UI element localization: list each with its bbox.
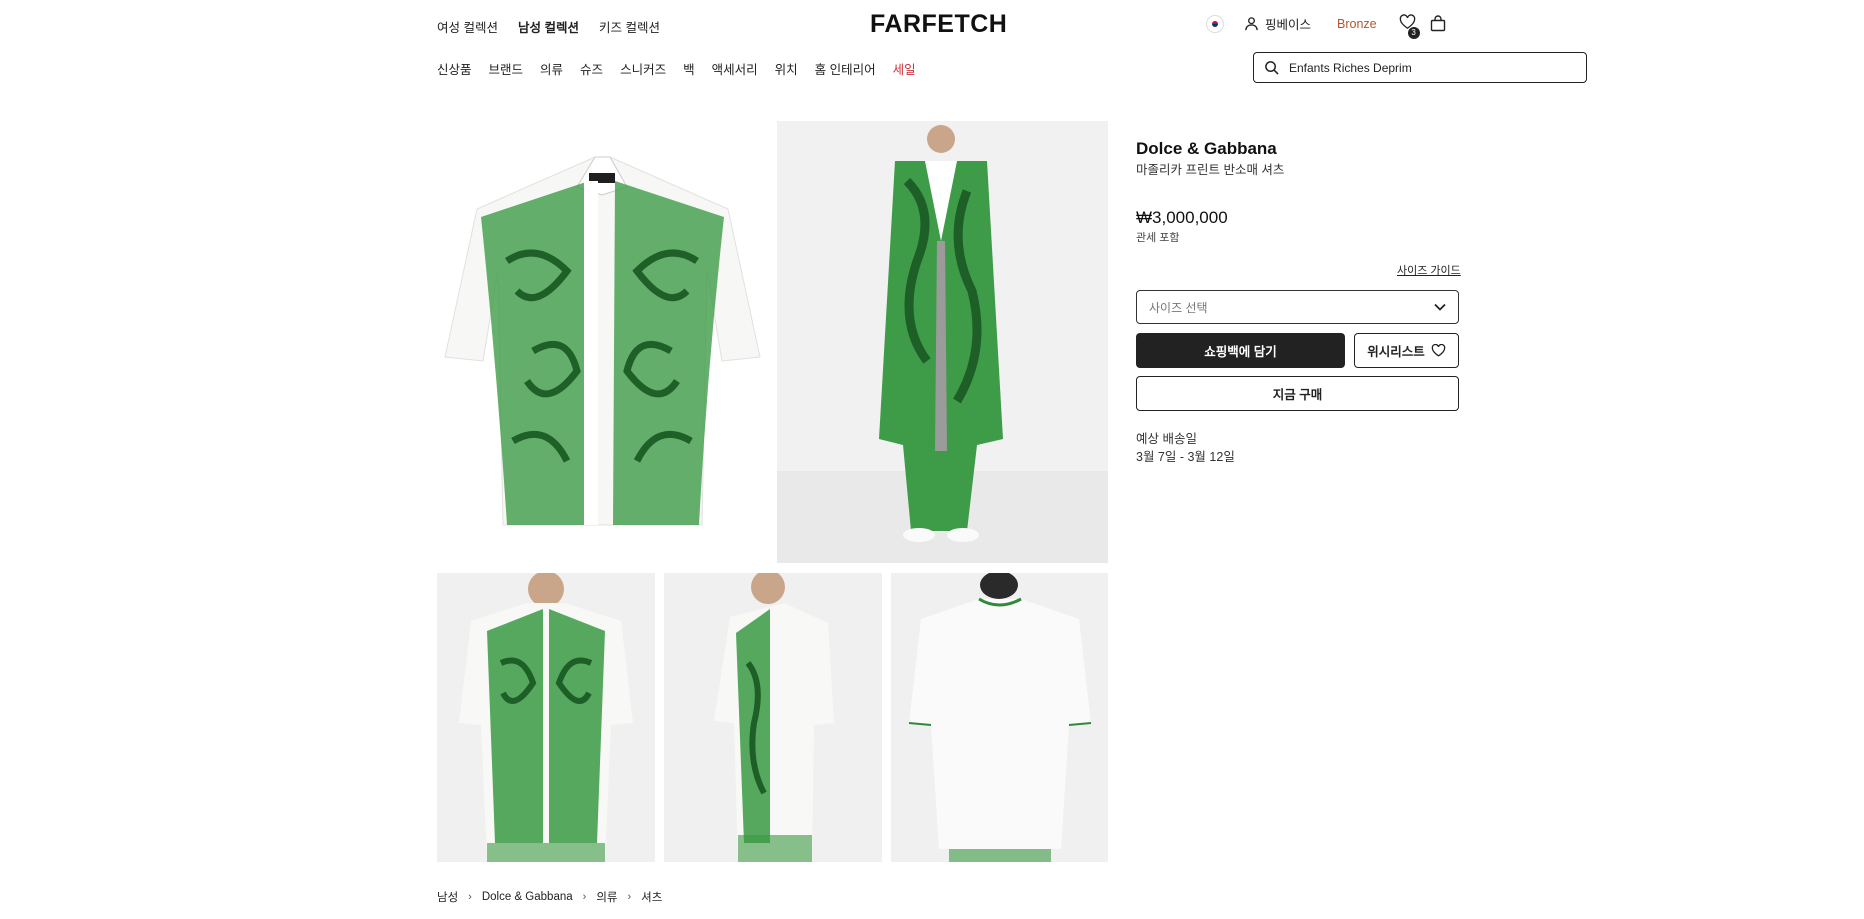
category-home[interactable]: 홈 인테리어 [815,59,876,78]
category-sale[interactable]: 세일 [893,59,916,78]
wishlist-add-label: 위시리스트 [1367,345,1425,359]
heart-icon [1431,344,1445,357]
product-name: 마졸리카 프린트 반소매 셔츠 [1136,163,1285,177]
category-accessories[interactable]: 액세서리 [712,59,758,78]
breadcrumb-separator-icon: › [468,891,472,903]
category-new-in[interactable]: 신상품 [437,59,472,78]
breadcrumb-item[interactable]: 남성 [437,889,458,905]
category-brands[interactable]: 브랜드 [489,59,524,78]
bag-icon[interactable] [1430,15,1446,32]
product-image-full-look[interactable] [777,121,1108,563]
search-input[interactable] [1287,59,1561,76]
delivery-estimate-dates: 3월 7일 - 3월 12일 [1136,450,1235,464]
buy-now-label: 지금 구매 [1272,388,1323,402]
nav-men-collection[interactable]: 남성 컬렉션 [518,17,579,36]
add-to-bag-label: 쇼핑백에 담기 [1204,345,1277,359]
breadcrumb-separator-icon: › [582,891,587,903]
search-icon [1265,61,1279,75]
size-select-label: 사이즈 선택 [1149,300,1208,315]
user-icon [1245,17,1258,31]
site-logo[interactable]: FARFETCH [870,10,1007,39]
product-image-side[interactable] [664,573,882,862]
account-button[interactable]: 핑베이스 [1244,14,1311,33]
product-image-main[interactable] [437,121,768,563]
account-nav: 핑베이스 Bronze 3 [1206,14,1446,39]
breadcrumb: 남성 › Dolce & Gabbana › 의류 › 셔츠 [437,889,662,905]
category-shoes[interactable]: 슈즈 [580,59,603,78]
wishlist-add-button[interactable]: 위시리스트 [1354,333,1459,368]
chevron-down-icon [1434,303,1446,311]
duty-note: 관세 포함 [1136,232,1180,244]
category-sneakers[interactable]: 스니커즈 [620,59,666,78]
breadcrumb-item[interactable]: 의류 [596,889,617,905]
delivery-estimate-label: 예상 배송일 [1136,432,1197,446]
product-image-front[interactable] [437,573,655,862]
size-select[interactable]: 사이즈 선택 [1136,290,1459,324]
breadcrumb-item[interactable]: 셔츠 [641,889,662,905]
wishlist-button[interactable]: 3 [1399,14,1420,39]
breadcrumb-separator-icon: › [627,891,632,903]
nav-women-collection[interactable]: 여성 컬렉션 [437,17,498,36]
collection-nav: 여성 컬렉션 남성 컬렉션 키즈 컬렉션 [437,17,660,36]
search-box[interactable] [1253,52,1587,83]
product-brand[interactable]: Dolce & Gabbana [1136,139,1277,159]
korea-flag-icon[interactable] [1206,14,1224,33]
breadcrumb-item[interactable]: Dolce & Gabbana [482,891,573,903]
product-image-back[interactable] [891,573,1108,862]
buy-now-button[interactable]: 지금 구매 [1136,376,1459,411]
product-price: ₩3,000,000 [1136,208,1228,227]
category-bags[interactable]: 백 [683,59,695,78]
wishlist-count-badge: 3 [1407,27,1420,39]
category-watches[interactable]: 위치 [775,59,798,78]
size-guide-link[interactable]: 사이즈 가이드 [1397,262,1461,278]
add-to-bag-button[interactable]: 쇼핑백에 담기 [1136,333,1345,368]
category-nav: 신상품 브랜드 의류 슈즈 스니커즈 백 액세서리 위치 홈 인테리어 세일 [437,59,916,78]
nav-kids-collection[interactable]: 키즈 컬렉션 [599,17,660,36]
user-name: 핑베이스 [1265,18,1312,32]
category-clothing[interactable]: 의류 [540,59,563,78]
membership-tier[interactable]: Bronze [1337,17,1377,31]
